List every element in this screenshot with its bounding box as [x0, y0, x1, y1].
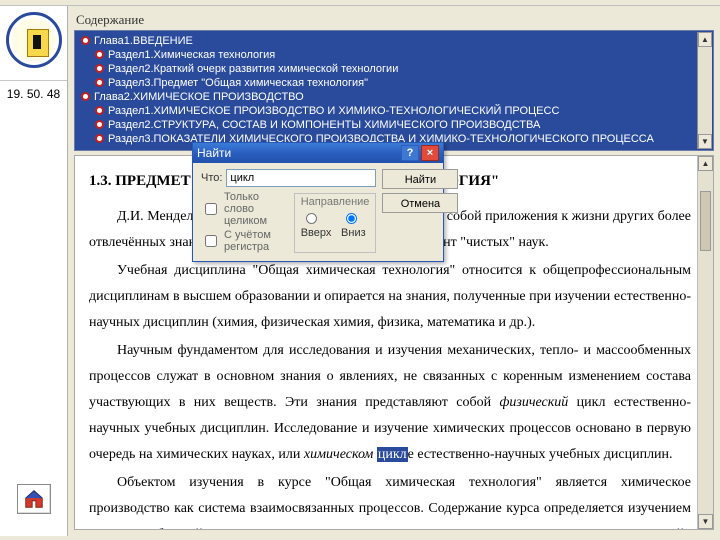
find-next-button[interactable]: Найти далее: [382, 169, 458, 189]
toc-item: Раздел2.СТРУКТУРА, СОСТАВ И КОМПОНЕНТЫ Х…: [93, 118, 711, 132]
search-highlight: цикл: [377, 447, 408, 462]
bullet-icon: [95, 64, 104, 73]
radio-label: Вниз: [341, 227, 366, 239]
home-icon: [23, 488, 45, 510]
toc-item-label[interactable]: Раздел1.Химическая технология: [108, 48, 275, 62]
toc-item-label[interactable]: Раздел2.Краткий очерк развития химическо…: [108, 62, 398, 76]
checkbox-label: С учётом регистра: [224, 229, 286, 253]
find-what-input[interactable]: [226, 169, 376, 187]
bullet-icon: [95, 50, 104, 59]
content-area: Содержание Глава1.ВВЕДЕНИЕ Раздел1.Химич…: [68, 6, 720, 536]
dialog-titlebar[interactable]: Найти ? ×: [193, 143, 443, 163]
toc-title: Содержание: [74, 10, 714, 30]
checkbox-label: Только слово целиком: [224, 191, 286, 227]
scroll-track[interactable]: [698, 171, 713, 514]
paragraph: Объектом изучения в курсе "Общая химичес…: [89, 470, 691, 530]
find-dialog: Найти ? × Что: Только слово целиком С уч…: [192, 142, 444, 262]
bullet-icon: [81, 36, 90, 45]
bullet-icon: [95, 120, 104, 129]
toc-tree[interactable]: Глава1.ВВЕДЕНИЕ Раздел1.Химическая техно…: [74, 30, 714, 151]
toc-item-label[interactable]: Раздел1.ХИМИЧЕСКОЕ ПРОИЗВОДСТВО И ХИМИКО…: [108, 104, 559, 118]
toc-item: Раздел1.ХИМИЧЕСКОЕ ПРОИЗВОДСТВО И ХИМИКО…: [93, 104, 711, 118]
bullet-icon: [95, 106, 104, 115]
toc-item: Глава1.ВВЕДЕНИЕ: [79, 34, 711, 48]
main-layout: 19. 50. 48 Содержание Глава1.ВВЕДЕНИЕ Ра…: [0, 6, 720, 536]
doc-scrollbar[interactable]: ▲ ▼: [697, 156, 713, 529]
close-button[interactable]: ×: [421, 145, 439, 161]
sidebar-separator: [0, 80, 67, 81]
cancel-button[interactable]: Отмена: [382, 193, 458, 213]
toc-item-label[interactable]: Раздел2.СТРУКТУРА, СОСТАВ И КОМПОНЕНТЫ Х…: [108, 118, 540, 132]
left-sidebar: 19. 50. 48: [0, 6, 68, 536]
scroll-track[interactable]: [698, 47, 712, 134]
scroll-down-icon[interactable]: ▼: [698, 514, 713, 529]
direction-up-radio[interactable]: Вверх: [301, 210, 333, 239]
whole-word-checkbox[interactable]: Только слово целиком: [201, 191, 286, 227]
match-case-checkbox[interactable]: С учётом регистра: [201, 229, 286, 253]
scroll-down-icon[interactable]: ▼: [698, 134, 712, 149]
find-what-label: Что:: [201, 172, 222, 184]
italic-run: физический: [499, 395, 568, 410]
dialog-left-column: Что: Только слово целиком С учётом регис…: [201, 169, 376, 253]
bullet-icon: [95, 78, 104, 87]
paragraph: Учебная дисциплина "Общая химическая тех…: [89, 258, 691, 336]
bullet-icon: [95, 134, 104, 143]
text-run: е естественно-научных учебных дисциплин.: [408, 447, 673, 462]
toc-scrollbar[interactable]: ▲ ▼: [697, 32, 712, 149]
bullet-icon: [81, 92, 90, 101]
direction-label: Направление: [301, 196, 370, 208]
dialog-button-column: Найти далее Отмена: [382, 169, 458, 253]
scroll-up-icon[interactable]: ▲: [698, 156, 713, 171]
clock-display: 19. 50. 48: [7, 87, 60, 101]
toc-panel: Содержание Глава1.ВВЕДЕНИЕ Раздел1.Химич…: [68, 6, 720, 151]
toc-item-label[interactable]: Раздел3.Предмет "Общая химическая технол…: [108, 76, 368, 90]
toc-item: Раздел2.Краткий очерк развития химическо…: [93, 62, 711, 76]
paragraph: Научным фундаментом для исследования и и…: [89, 338, 691, 468]
dialog-body: Что: Только слово целиком С учётом регис…: [193, 163, 443, 261]
toc-item-label[interactable]: Глава1.ВВЕДЕНИЕ: [94, 34, 193, 48]
app-emblem: [6, 12, 62, 68]
radio-label: Вверх: [301, 227, 332, 239]
dialog-title: Найти: [197, 146, 399, 160]
italic-run: химическом: [304, 447, 377, 462]
help-button[interactable]: ?: [401, 145, 419, 161]
scroll-up-icon[interactable]: ▲: [698, 32, 712, 47]
scroll-thumb[interactable]: [700, 191, 711, 251]
home-button[interactable]: [17, 484, 51, 514]
toc-item: Раздел3.Предмет "Общая химическая технол…: [93, 76, 711, 90]
toc-item-label[interactable]: Глава2.ХИМИЧЕСКОЕ ПРОИЗВОДСТВО: [94, 90, 304, 104]
direction-group: Направление Вверх Вниз: [294, 193, 377, 253]
find-what-row: Что:: [201, 169, 376, 187]
toc-item: Раздел1.Химическая технология: [93, 48, 711, 62]
options-row: Только слово целиком С учётом регистра Н…: [201, 191, 376, 253]
direction-down-radio[interactable]: Вниз: [341, 210, 369, 239]
toc-item: Глава2.ХИМИЧЕСКОЕ ПРОИЗВОДСТВО: [79, 90, 711, 104]
